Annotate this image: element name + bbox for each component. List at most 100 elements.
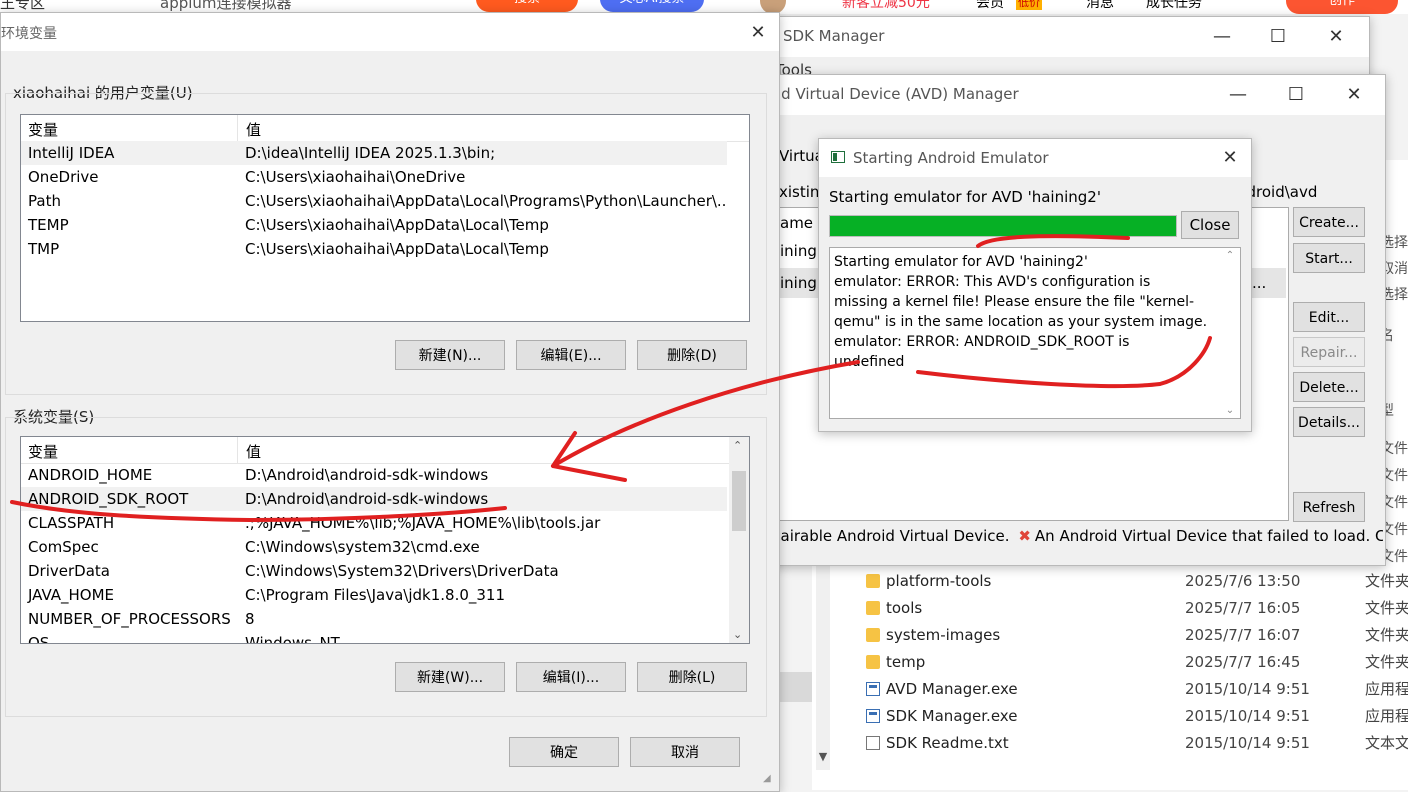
var-value: C:\Program Files\Java\jdk1.8.0_311: [245, 586, 506, 604]
user-new-button[interactable]: 新建(N)...: [395, 340, 505, 370]
file-row[interactable]: SDK Manager.exe 2015/10/14 9:51 应用程: [860, 703, 1408, 730]
file-row[interactable]: SDK Readme.txt 2015/10/14 9:51 文本文: [860, 730, 1408, 757]
start-button[interactable]: Start...: [1293, 243, 1365, 273]
file-name: AVD Manager.exe: [886, 680, 1018, 698]
column-header-var[interactable]: 变量: [28, 441, 58, 462]
minimize-icon[interactable]: —: [1225, 83, 1251, 107]
file-date: 2015/10/14 9:51: [1185, 734, 1310, 752]
user-var-row[interactable]: IntelliJ IDEA D:\idea\IntelliJ IDEA 2025.…: [21, 141, 727, 165]
user-vars-header: 变量 值: [21, 115, 749, 142]
system-edit-button[interactable]: 编辑(I)...: [516, 662, 626, 692]
user-var-row[interactable]: TEMP C:\Users\xiaohaihai\AppData\Local\Te…: [21, 213, 727, 237]
system-var-row[interactable]: ANDROID_SDK_ROOT D:\Android\android-sdk-w…: [21, 487, 727, 511]
details-button[interactable]: Details...: [1293, 407, 1365, 437]
column-header-var[interactable]: 变量: [28, 119, 58, 140]
system-var-row[interactable]: DriverData C:\Windows\System32\Drivers\Dr…: [21, 559, 727, 583]
column-divider[interactable]: [237, 115, 238, 141]
explorer-nav-selected[interactable]: [780, 672, 812, 702]
close-button[interactable]: Close: [1181, 211, 1239, 239]
minimize-icon[interactable]: —: [1209, 25, 1235, 49]
file-row[interactable]: tools 2025/7/7 16:05 文件夹: [860, 595, 1408, 622]
member-link[interactable]: 会员: [976, 0, 1004, 12]
scrollbar-thumb[interactable]: [732, 471, 746, 531]
scroll-up-icon[interactable]: ⌃: [1222, 250, 1238, 261]
emulator-status: Starting emulator for AVD 'haining2': [829, 188, 1101, 206]
column-divider[interactable]: [237, 437, 238, 463]
file-row[interactable]: system-images 2025/7/7 16:07 文件夹: [860, 622, 1408, 649]
promo-text[interactable]: 新客立减50元: [842, 0, 930, 12]
file-name: tools: [886, 599, 923, 617]
system-new-button[interactable]: 新建(W)...: [395, 662, 505, 692]
var-name: ANDROID_SDK_ROOT: [28, 490, 189, 508]
file-date: 2025/7/7 16:07: [1185, 626, 1301, 644]
ok-button[interactable]: 确定: [509, 737, 619, 767]
member-badge: 低价: [1016, 0, 1042, 10]
var-value: D:\Android\android-sdk-windows: [245, 466, 489, 484]
log-line: qemu" is in the same location as your sy…: [834, 314, 1208, 330]
var-name: TMP: [28, 240, 60, 258]
refresh-button[interactable]: Refresh: [1293, 492, 1365, 522]
file-row[interactable]: platform-tools 2025/7/6 13:50 文件夹: [860, 568, 1408, 595]
user-var-row[interactable]: Path C:\Users\xiaohaihai\AppData\Local\Pr…: [21, 189, 727, 213]
system-vars-scrollbar[interactable]: ⌃ ⌄: [729, 437, 749, 643]
file-row[interactable]: temp 2025/7/7 16:45 文件夹: [860, 649, 1408, 676]
system-var-row[interactable]: CLASSPATH .;%JAVA_HOME%\lib;%JAVA_HOME%\l…: [21, 511, 727, 535]
emulator-log[interactable]: Starting emulator for AVD 'haining2' emul…: [829, 247, 1241, 419]
sdk-manager-titlebar: SDK Manager — ☐ ✕: [761, 17, 1369, 57]
env-titlebar: 环境变量 ✕: [1, 13, 779, 51]
system-var-row[interactable]: ANDROID_HOME D:\Android\android-sdk-windo…: [21, 463, 727, 487]
var-value: C:\Windows\System32\Drivers\DriverData: [245, 562, 559, 580]
close-icon[interactable]: ✕: [1323, 25, 1349, 49]
avd-col-name[interactable]: ame: [780, 214, 813, 232]
progress-bar: [829, 215, 1177, 237]
file-row[interactable]: AVD Manager.exe 2015/10/14 9:51 应用程: [860, 676, 1408, 703]
user-var-row[interactable]: OneDrive C:\Users\xiaohaihai\OneDrive: [21, 165, 727, 189]
close-icon[interactable]: ✕: [1217, 146, 1243, 170]
user-edit-button[interactable]: 编辑(E)...: [516, 340, 626, 370]
log-line: undefined: [834, 354, 905, 370]
system-var-row[interactable]: JAVA_HOME C:\Program Files\Java\jdk1.8.0_…: [21, 583, 727, 607]
legend-tail: C: [1375, 527, 1383, 545]
scroll-down-icon[interactable]: ⌄: [733, 628, 742, 641]
folder-icon: [866, 628, 880, 642]
close-icon[interactable]: ✕: [745, 21, 771, 45]
folder-icon: [866, 655, 880, 669]
user-var-row[interactable]: TMP C:\Users\xiaohaihai\AppData\Local\Tem…: [21, 237, 727, 261]
system-var-row[interactable]: NUMBER_OF_PROCESSORS 8: [21, 607, 727, 631]
var-name: IntelliJ IDEA: [28, 144, 115, 162]
growth-link[interactable]: 成长任务: [1146, 0, 1202, 12]
cancel-button[interactable]: 取消: [630, 737, 740, 767]
create-button[interactable]: 创作: [1286, 0, 1398, 14]
close-icon[interactable]: ✕: [1341, 83, 1367, 107]
messages-link[interactable]: 消息: [1086, 0, 1114, 12]
var-name: TEMP: [28, 216, 69, 234]
explorer-scrollbar[interactable]: [816, 560, 830, 770]
user-delete-button[interactable]: 删除(D): [637, 340, 747, 370]
search-button[interactable]: 搜索: [476, 0, 578, 12]
resize-grip-icon[interactable]: ◢: [763, 773, 771, 784]
exe-icon: [866, 682, 880, 696]
system-var-row[interactable]: OS Windows_NT: [21, 631, 727, 644]
create-button[interactable]: Create...: [1293, 207, 1365, 237]
chevron-down-icon[interactable]: ▼: [816, 750, 830, 766]
edit-button[interactable]: Edit...: [1293, 302, 1365, 332]
emulator-title: Starting Android Emulator: [853, 149, 1049, 167]
repair-button[interactable]: Repair...: [1293, 337, 1365, 367]
column-header-val[interactable]: 值: [246, 119, 261, 140]
log-line: missing a kernel file! Please ensure the…: [834, 294, 1195, 310]
emulator-titlebar: Starting Android Emulator ✕: [819, 139, 1251, 177]
maximize-icon[interactable]: ☐: [1283, 83, 1309, 107]
column-header-val[interactable]: 值: [246, 441, 261, 462]
text-file-icon: [866, 736, 880, 750]
system-delete-button[interactable]: 删除(L): [637, 662, 747, 692]
var-name: CLASSPATH: [28, 514, 115, 532]
var-name: DriverData: [28, 562, 110, 580]
var-name: OS: [28, 634, 50, 644]
maximize-icon[interactable]: ☐: [1265, 25, 1291, 49]
delete-button[interactable]: Delete...: [1293, 372, 1365, 402]
ai-search-button[interactable]: 文心AI搜索: [600, 0, 704, 12]
scroll-down-icon[interactable]: ⌄: [1222, 405, 1238, 416]
scroll-up-icon[interactable]: ⌃: [733, 439, 742, 452]
log-line: emulator: ERROR: This AVD's configuratio…: [834, 274, 1151, 290]
system-var-row[interactable]: ComSpec C:\Windows\system32\cmd.exe: [21, 535, 727, 559]
